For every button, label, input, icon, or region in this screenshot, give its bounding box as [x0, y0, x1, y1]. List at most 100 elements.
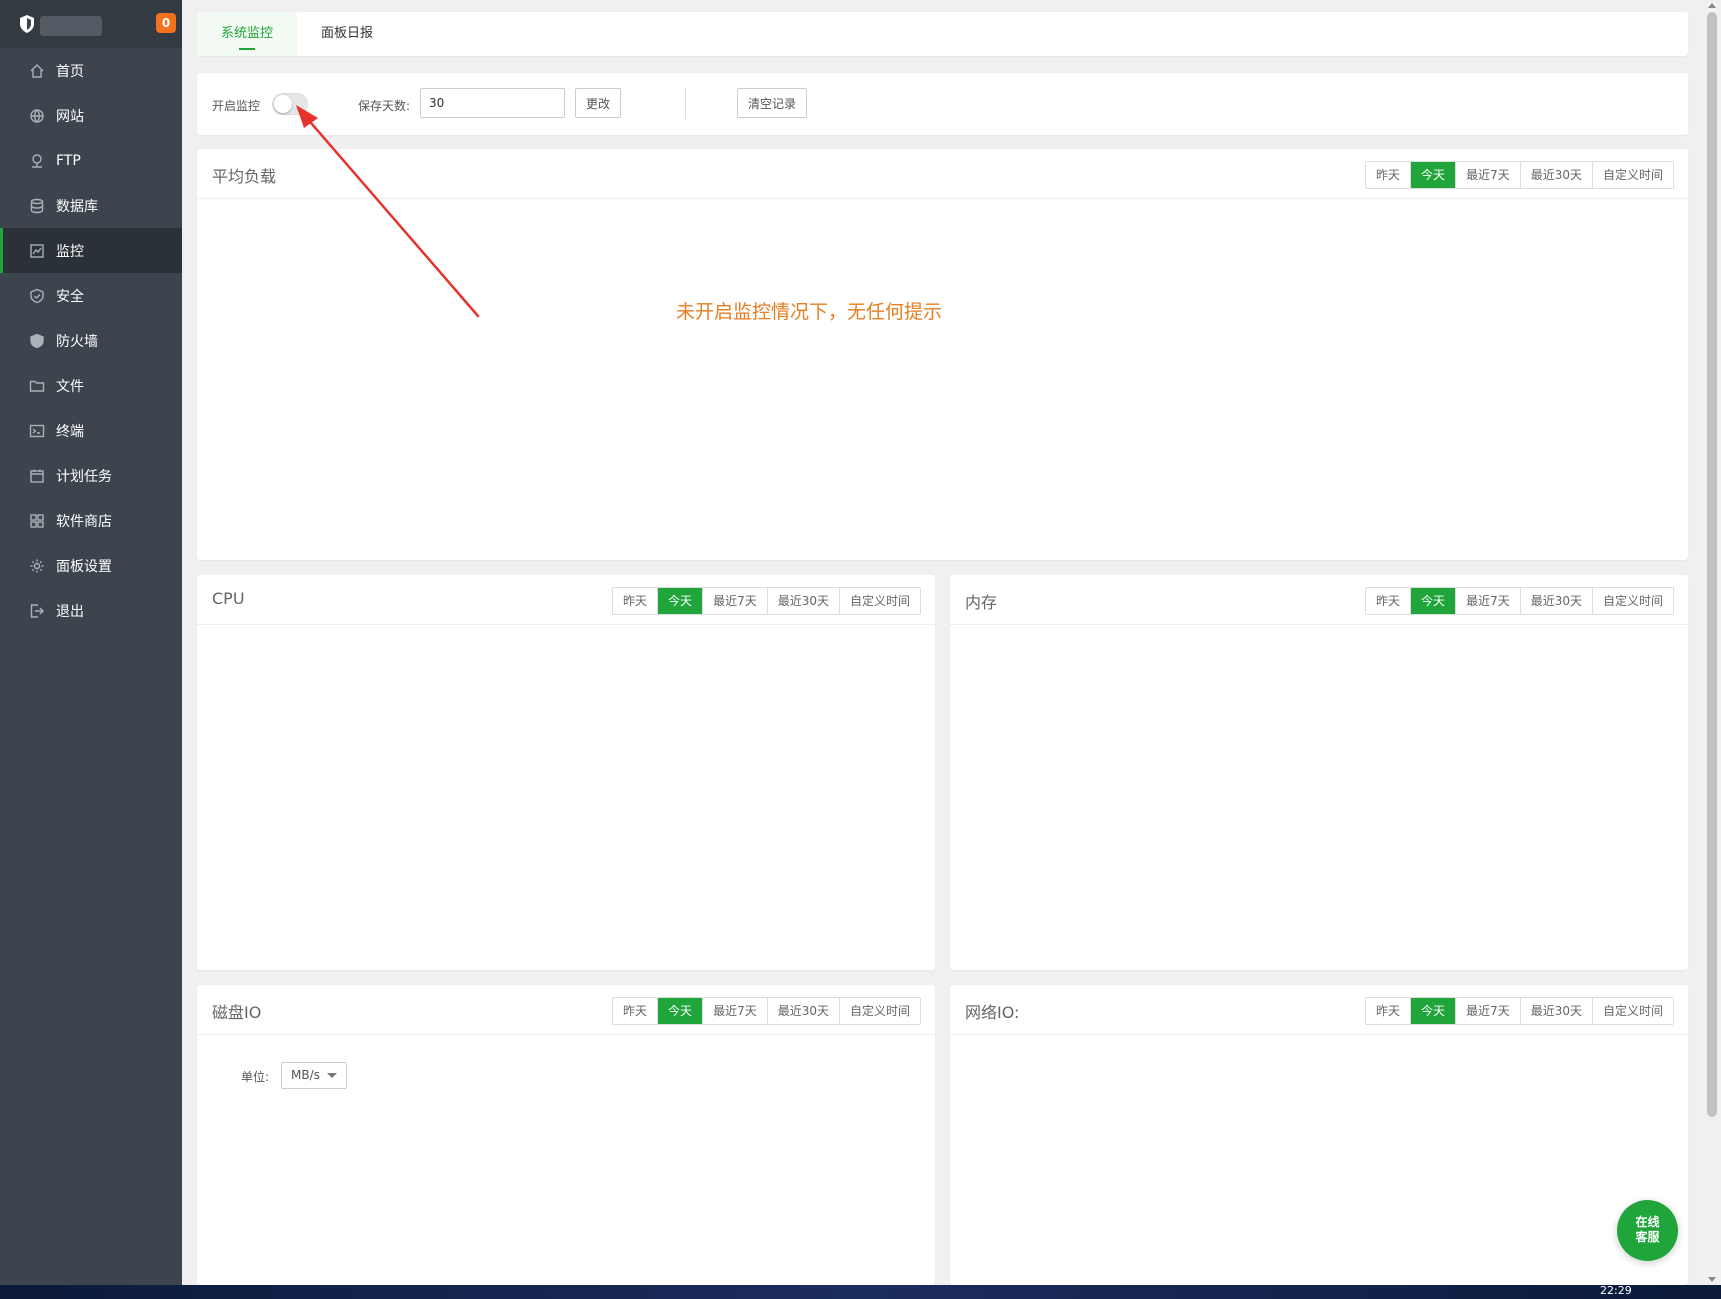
- change-button[interactable]: 更改: [575, 88, 621, 118]
- sidebar-item-files[interactable]: 文件: [0, 363, 182, 408]
- divider: [197, 1034, 935, 1035]
- save-days-input[interactable]: [420, 88, 565, 118]
- sidebar-item-label: 首页: [56, 63, 84, 80]
- globe-icon: [28, 107, 46, 125]
- panel-title: 内存: [965, 593, 998, 612]
- range-custom[interactable]: 自定义时间: [1591, 998, 1673, 1024]
- taskbar-clock: 22:29: [1600, 1284, 1632, 1297]
- divider: [950, 1034, 1688, 1035]
- divider: [950, 624, 1688, 625]
- panel-title: CPU: [212, 589, 245, 608]
- monitor-controls: 开启监控 保存天数: 更改 清空记录: [197, 73, 1688, 135]
- unit-select[interactable]: MB/s: [281, 1062, 347, 1089]
- range-7-days[interactable]: 最近7天: [1455, 588, 1520, 614]
- time-range-group: 昨天 今天 最近7天 最近30天 自定义时间: [1365, 997, 1674, 1025]
- main-content: 系统监控 面板日报 开启监控 保存天数: 更改 清空记录 平均负载 昨天 今天 …: [182, 0, 1703, 1285]
- divider: [197, 198, 1688, 199]
- support-label-line1: 在线: [1635, 1215, 1660, 1229]
- sidebar-item-label: 网站: [56, 108, 84, 125]
- logout-icon: [28, 602, 46, 620]
- memory-panel: 内存 昨天 今天 最近7天 最近30天 自定义时间: [950, 575, 1688, 970]
- sidebar-item-label: 监控: [56, 243, 84, 260]
- range-today[interactable]: 今天: [1410, 162, 1456, 188]
- sidebar-item-label: 面板设置: [56, 558, 112, 575]
- sidebar-item-logout[interactable]: 退出: [0, 588, 182, 633]
- panel-title: 平均负载: [212, 167, 277, 186]
- sidebar-item-security[interactable]: 安全: [0, 273, 182, 318]
- range-30-days[interactable]: 最近30天: [766, 588, 839, 614]
- scroll-up-icon[interactable]: [1708, 3, 1716, 8]
- sidebar-item-label: 数据库: [56, 198, 98, 215]
- network-io-panel: 网络IO: 昨天 今天 最近7天 最近30天 自定义时间: [950, 985, 1688, 1285]
- sidebar-item-ftp[interactable]: FTP: [0, 138, 182, 183]
- disk-io-panel: 磁盘IO 昨天 今天 最近7天 最近30天 自定义时间 单位: MB/s: [197, 985, 935, 1285]
- tab-bar: 系统监控 面板日报: [197, 12, 1688, 56]
- sidebar-item-website[interactable]: 网站: [0, 93, 182, 138]
- scroll-down-icon[interactable]: [1708, 1277, 1716, 1282]
- average-load-panel: 平均负载 昨天 今天 最近7天 最近30天 自定义时间 未开启监控情况下，无任何…: [197, 149, 1688, 560]
- sidebar-item-label: 计划任务: [56, 468, 112, 485]
- sidebar-item-label: 终端: [56, 423, 84, 440]
- notification-badge[interactable]: 0: [156, 13, 176, 33]
- range-30-days[interactable]: 最近30天: [766, 998, 839, 1024]
- save-days-label: 保存天数:: [358, 99, 411, 113]
- online-support-button[interactable]: 在线 客服: [1617, 1200, 1678, 1261]
- range-yesterday[interactable]: 昨天: [613, 588, 658, 614]
- time-range-group: 昨天 今天 最近7天 最近30天 自定义时间: [612, 587, 921, 615]
- range-custom[interactable]: 自定义时间: [1591, 162, 1673, 188]
- range-30-days[interactable]: 最近30天: [1519, 998, 1592, 1024]
- range-custom[interactable]: 自定义时间: [1591, 588, 1673, 614]
- sidebar-item-firewall[interactable]: 防火墙: [0, 318, 182, 363]
- range-7-days[interactable]: 最近7天: [1455, 998, 1520, 1024]
- monitor-icon: [28, 242, 46, 260]
- sidebar-item-label: 软件商店: [56, 513, 112, 530]
- terminal-icon: [28, 422, 46, 440]
- tab-daily-report[interactable]: 面板日报: [297, 12, 397, 56]
- tab-system-monitor[interactable]: 系统监控: [197, 12, 297, 56]
- range-7-days[interactable]: 最近7天: [702, 588, 767, 614]
- shield-check-icon: [28, 287, 46, 305]
- range-yesterday[interactable]: 昨天: [1366, 998, 1411, 1024]
- scroll-thumb[interactable]: [1707, 12, 1717, 1117]
- toggle-knob: [274, 95, 292, 113]
- time-range-group: 昨天 今天 最近7天 最近30天 自定义时间: [1365, 161, 1674, 189]
- range-yesterday[interactable]: 昨天: [1366, 162, 1411, 188]
- sidebar-item-database[interactable]: 数据库: [0, 183, 182, 228]
- range-30-days[interactable]: 最近30天: [1519, 588, 1592, 614]
- range-yesterday[interactable]: 昨天: [1366, 588, 1411, 614]
- sidebar-item-label: 防火墙: [56, 333, 98, 350]
- vertical-scrollbar[interactable]: [1703, 0, 1721, 1285]
- sidebar: 0 首页 网站 FTP 数据库 监控 安全 防火墙 文件 终端 计划任务 软件商…: [0, 0, 182, 1285]
- gear-icon: [28, 557, 46, 575]
- sidebar-item-store[interactable]: 软件商店: [0, 498, 182, 543]
- sidebar-menu: 首页 网站 FTP 数据库 监控 安全 防火墙 文件 终端 计划任务 软件商店 …: [0, 48, 182, 633]
- sidebar-header: 0: [0, 0, 182, 48]
- sidebar-item-label: 文件: [56, 378, 84, 395]
- range-custom[interactable]: 自定义时间: [838, 588, 920, 614]
- range-today[interactable]: 今天: [1410, 588, 1456, 614]
- grid-icon: [28, 512, 46, 530]
- range-7-days[interactable]: 最近7天: [702, 998, 767, 1024]
- enable-monitor-toggle[interactable]: [272, 93, 308, 115]
- sidebar-item-settings[interactable]: 面板设置: [0, 543, 182, 588]
- sidebar-item-label: FTP: [56, 152, 81, 169]
- time-range-group: 昨天 今天 最近7天 最近30天 自定义时间: [612, 997, 921, 1025]
- ftp-icon: [28, 152, 46, 170]
- sidebar-item-cron[interactable]: 计划任务: [0, 453, 182, 498]
- range-custom[interactable]: 自定义时间: [838, 998, 920, 1024]
- clear-records-button[interactable]: 清空记录: [737, 88, 807, 118]
- sidebar-item-home[interactable]: 首页: [0, 48, 182, 93]
- sidebar-item-monitor[interactable]: 监控: [0, 228, 182, 273]
- annotation-text: 未开启监控情况下，无任何提示: [676, 301, 943, 323]
- unit-label: 单位:: [241, 1070, 270, 1084]
- sidebar-item-label: 安全: [56, 288, 84, 305]
- range-yesterday[interactable]: 昨天: [613, 998, 658, 1024]
- range-today[interactable]: 今天: [657, 998, 703, 1024]
- range-7-days[interactable]: 最近7天: [1455, 162, 1520, 188]
- sidebar-item-terminal[interactable]: 终端: [0, 408, 182, 453]
- range-30-days[interactable]: 最近30天: [1519, 162, 1592, 188]
- firewall-icon: [28, 332, 46, 350]
- folder-icon: [28, 377, 46, 395]
- range-today[interactable]: 今天: [657, 588, 703, 614]
- range-today[interactable]: 今天: [1410, 998, 1456, 1024]
